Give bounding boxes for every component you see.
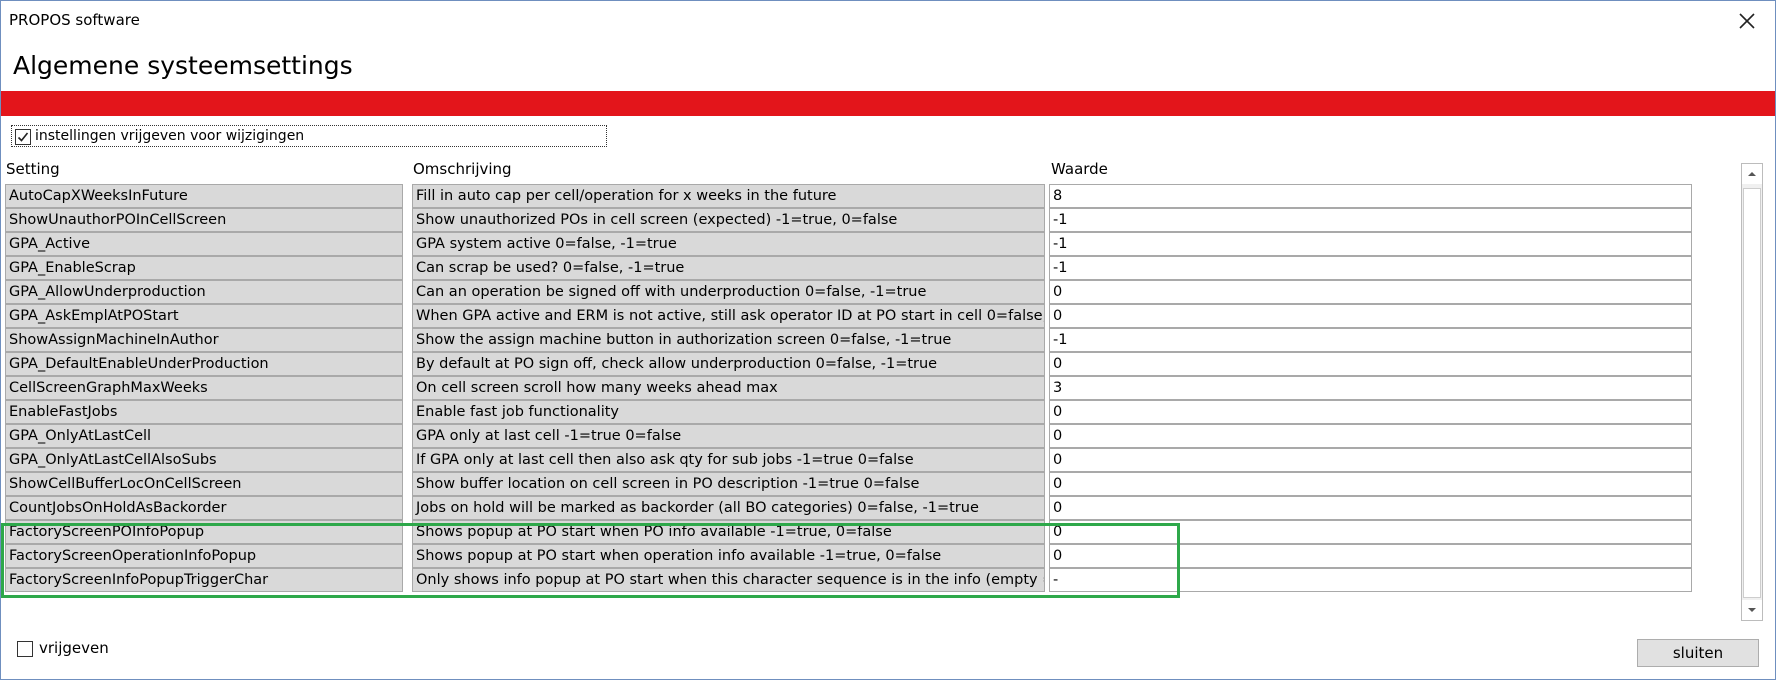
setting-cell: GPA_AllowUnderproduction [5, 280, 403, 304]
description-cell: When GPA active and ERM is not active, s… [412, 304, 1045, 328]
description-cell: By default at PO sign off, check allow u… [412, 352, 1045, 376]
accent-bar [1, 91, 1775, 116]
arrow-down-icon [1748, 608, 1756, 612]
table-row[interactable]: FactoryScreenOperationInfoPopup Shows pop… [1, 544, 1701, 568]
enable-changes-checkbox-group[interactable]: instellingen vrijgeven voor wijzigingen [11, 125, 607, 147]
description-cell: Jobs on hold will be marked as backorder… [412, 496, 1045, 520]
value-cell[interactable]: 8 [1049, 184, 1692, 208]
scroll-up-button[interactable] [1742, 164, 1762, 184]
setting-cell: FactoryScreenOperationInfoPopup [5, 544, 403, 568]
description-cell: GPA only at last cell -1=true 0=false [412, 424, 1045, 448]
description-cell: Show unauthorized POs in cell screen (ex… [412, 208, 1045, 232]
setting-cell: GPA_OnlyAtLastCellAlsoSubs [5, 448, 403, 472]
value-cell[interactable]: -1 [1049, 256, 1692, 280]
value-cell[interactable]: 0 [1049, 304, 1692, 328]
table-row[interactable]: CellScreenGraphMaxWeeks On cell screen sc… [1, 376, 1701, 400]
value-cell[interactable]: 0 [1049, 424, 1692, 448]
setting-cell: AutoCapXWeeksInFuture [5, 184, 403, 208]
description-cell: If GPA only at last cell then also ask q… [412, 448, 1045, 472]
setting-cell: ShowUnauthorPOInCellScreen [5, 208, 403, 232]
description-cell: GPA system active 0=false, -1=true [412, 232, 1045, 256]
setting-cell: ShowAssignMachineInAuthor [5, 328, 403, 352]
setting-cell: GPA_OnlyAtLastCell [5, 424, 403, 448]
description-cell: On cell screen scroll how many weeks ahe… [412, 376, 1045, 400]
checkmark-icon [17, 132, 29, 142]
description-cell: Shows popup at PO start when PO info ava… [412, 520, 1045, 544]
description-cell: Show the assign machine button in author… [412, 328, 1045, 352]
description-cell: Fill in auto cap per cell/operation for … [412, 184, 1045, 208]
value-cell[interactable]: -1 [1049, 208, 1692, 232]
table-row[interactable]: ShowCellBufferLocOnCellScreen Show buffer… [1, 472, 1701, 496]
description-cell: Enable fast job functionality [412, 400, 1045, 424]
enable-changes-label: instellingen vrijgeven voor wijzigingen [35, 128, 305, 144]
description-cell: Show buffer location on cell screen in P… [412, 472, 1045, 496]
value-cell[interactable]: 0 [1049, 400, 1692, 424]
value-cell[interactable]: 0 [1049, 544, 1692, 568]
value-cell[interactable]: 0 [1049, 520, 1692, 544]
table-row[interactable]: GPA_OnlyAtLastCell GPA only at last cell … [1, 424, 1701, 448]
column-header-setting: Setting [6, 160, 60, 178]
table-row[interactable]: EnableFastJobs Enable fast job functional… [1, 400, 1701, 424]
table-row[interactable]: FactoryScreenPOInfoPopup Shows popup at P… [1, 520, 1701, 544]
vertical-scrollbar[interactable] [1741, 163, 1763, 621]
setting-cell: CellScreenGraphMaxWeeks [5, 376, 403, 400]
value-cell[interactable]: 3 [1049, 376, 1692, 400]
setting-cell: FactoryScreenInfoPopupTriggerChar [5, 568, 403, 592]
value-cell[interactable]: - [1049, 568, 1692, 592]
column-header-value: Waarde [1051, 160, 1108, 178]
description-cell: Shows popup at PO start when operation i… [412, 544, 1045, 568]
description-cell: Can scrap be used? 0=false, -1=true [412, 256, 1045, 280]
setting-cell: CountJobsOnHoldAsBackorder [5, 496, 403, 520]
release-label: vrijgeven [39, 639, 109, 657]
arrow-up-icon [1748, 172, 1756, 176]
value-cell[interactable]: 0 [1049, 280, 1692, 304]
table-row[interactable]: GPA_DefaultEnableUnderProduction By defau… [1, 352, 1701, 376]
table-row[interactable]: GPA_AllowUnderproduction Can an operation… [1, 280, 1701, 304]
value-cell[interactable]: 0 [1049, 352, 1692, 376]
value-cell[interactable]: -1 [1049, 232, 1692, 256]
release-checkbox[interactable] [17, 641, 33, 657]
table-row[interactable]: AutoCapXWeeksInFuture Fill in auto cap pe… [1, 184, 1701, 208]
value-cell[interactable]: 0 [1049, 448, 1692, 472]
close-button[interactable]: sluiten [1637, 639, 1759, 667]
column-header-description: Omschrijving [413, 160, 512, 178]
table-row[interactable]: GPA_AskEmplAtPOStart When GPA active and … [1, 304, 1701, 328]
value-cell[interactable]: 0 [1049, 496, 1692, 520]
title-bar: PROPOS software [1, 1, 1775, 41]
value-cell[interactable]: -1 [1049, 328, 1692, 352]
setting-cell: ShowCellBufferLocOnCellScreen [5, 472, 403, 496]
setting-cell: GPA_EnableScrap [5, 256, 403, 280]
description-cell: Can an operation be signed off with unde… [412, 280, 1045, 304]
scroll-thumb[interactable] [1743, 188, 1761, 598]
table-row[interactable]: ShowAssignMachineInAuthor Show the assign… [1, 328, 1701, 352]
setting-cell: FactoryScreenPOInfoPopup [5, 520, 403, 544]
setting-cell: EnableFastJobs [5, 400, 403, 424]
page-title: Algemene systeemsettings [13, 51, 353, 80]
table-row[interactable]: CountJobsOnHoldAsBackorder Jobs on hold w… [1, 496, 1701, 520]
window-close-button[interactable] [1735, 9, 1759, 33]
table-row[interactable]: FactoryScreenInfoPopupTriggerChar Only sh… [1, 568, 1701, 592]
table-row[interactable]: GPA_OnlyAtLastCellAlsoSubs If GPA only at… [1, 448, 1701, 472]
app-title: PROPOS software [9, 11, 140, 29]
setting-cell: GPA_AskEmplAtPOStart [5, 304, 403, 328]
table-row[interactable]: GPA_Active GPA system active 0=false, -1=… [1, 232, 1701, 256]
settings-window: PROPOS software Algemene systeemsettings… [0, 0, 1776, 680]
close-x-icon [1739, 13, 1755, 29]
value-cell[interactable]: 0 [1049, 472, 1692, 496]
table-row[interactable]: GPA_EnableScrap Can scrap be used? 0=fals… [1, 256, 1701, 280]
scroll-down-button[interactable] [1742, 600, 1762, 620]
setting-cell: GPA_Active [5, 232, 403, 256]
table-row[interactable]: ShowUnauthorPOInCellScreen Show unauthori… [1, 208, 1701, 232]
description-cell: Only shows info popup at PO start when t… [412, 568, 1045, 592]
setting-cell: GPA_DefaultEnableUnderProduction [5, 352, 403, 376]
enable-changes-checkbox[interactable] [15, 129, 31, 145]
